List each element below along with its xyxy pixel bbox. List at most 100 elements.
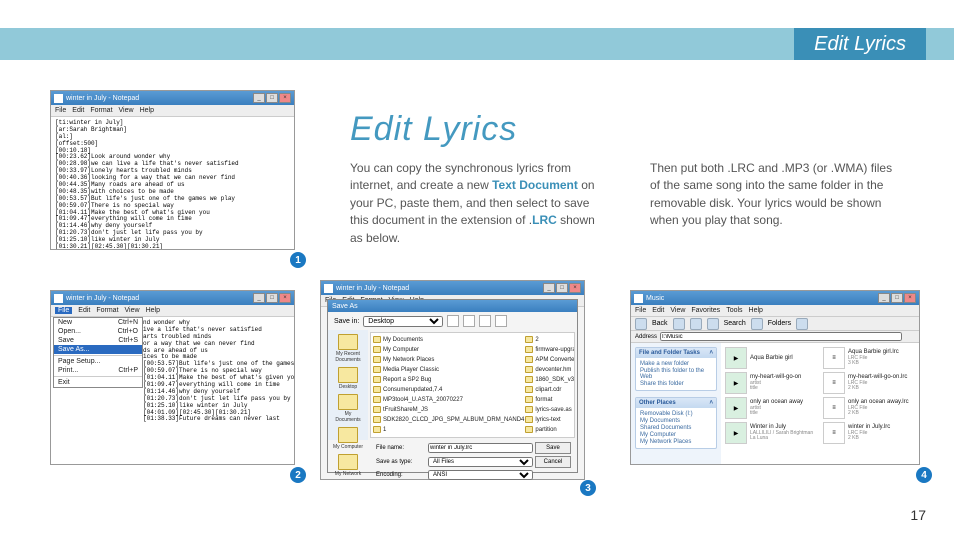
list-item[interactable]: lyrics-text xyxy=(525,415,575,424)
list-item[interactable]: firmware-upgrade-firmware xyxy=(525,345,575,354)
file-item[interactable]: ≡Aqua Barbie girl.lrcLRC File3 KB xyxy=(823,347,915,369)
menu-item-saveas[interactable]: Save As... xyxy=(54,345,142,354)
cancel-button[interactable]: Cancel xyxy=(535,456,571,468)
task-link[interactable]: Publish this folder to the Web xyxy=(640,368,712,380)
file-item[interactable]: ≡only an ocean away.lrcLRC File2 KB xyxy=(823,397,915,419)
list-item[interactable]: 1860_SDK_v3.6_SP_for xyxy=(525,375,575,384)
folders-icon[interactable] xyxy=(751,318,763,330)
menu-file[interactable]: File xyxy=(635,307,646,314)
maximize-button[interactable]: □ xyxy=(266,293,278,303)
file-item[interactable]: ▶Aqua Barbie girl xyxy=(725,347,817,369)
list-item[interactable]: 2 xyxy=(525,335,575,344)
place-item[interactable]: My Documents xyxy=(333,394,363,423)
menu-format[interactable]: Format xyxy=(90,107,112,114)
search-label[interactable]: Search xyxy=(724,320,746,327)
file-view[interactable]: ▶Aqua Barbie girl ≡Aqua Barbie girl.lrcLR… xyxy=(721,343,919,464)
menu-format[interactable]: Format xyxy=(96,307,118,314)
savein-select[interactable]: Desktop xyxy=(363,316,443,327)
file-item[interactable]: ≡my-heart-will-go-on.lrcLRC File2 KB xyxy=(823,372,915,394)
task-link[interactable]: Share this folder xyxy=(640,381,712,387)
list-item[interactable]: devcenter.hm xyxy=(525,365,575,374)
list-item[interactable]: Consumerupdated,7.4 xyxy=(373,385,524,394)
file-list[interactable]: My DocumentsMy ComputerMy Network Places… xyxy=(370,332,575,438)
collapse-icon[interactable]: ˄ xyxy=(709,350,713,356)
menu-tools[interactable]: Tools xyxy=(726,307,742,314)
views-icon[interactable] xyxy=(495,315,507,327)
menu-edit[interactable]: Edit xyxy=(78,307,90,314)
list-item[interactable]: lyrics-save.as xyxy=(525,405,575,414)
maximize-button[interactable]: □ xyxy=(266,93,278,103)
menu-item-new[interactable]: NewCtrl+N xyxy=(54,318,142,327)
close-button[interactable]: × xyxy=(569,283,581,293)
go-icon[interactable] xyxy=(905,332,915,342)
minimize-button[interactable]: _ xyxy=(543,283,555,293)
place-link[interactable]: My Computer xyxy=(640,432,712,438)
save-button[interactable]: Save xyxy=(535,442,571,454)
list-item[interactable]: 1 xyxy=(373,425,524,434)
menu-edit[interactable]: Edit xyxy=(652,307,664,314)
back-icon[interactable] xyxy=(635,318,647,330)
task-link[interactable]: Make a new folder xyxy=(640,361,712,367)
menu-file[interactable]: File xyxy=(55,307,72,314)
menu-help[interactable]: Help xyxy=(749,307,763,314)
place-link[interactable]: My Documents xyxy=(640,418,712,424)
forward-icon[interactable] xyxy=(673,318,685,330)
menu-view[interactable]: View xyxy=(119,107,134,114)
minimize-button[interactable]: _ xyxy=(253,293,265,303)
address-input[interactable] xyxy=(660,332,902,341)
place-item[interactable]: Desktop xyxy=(333,367,363,390)
list-item[interactable]: My Network Places xyxy=(373,355,524,364)
menu-item-exit[interactable]: Exit xyxy=(54,378,142,387)
back-icon[interactable] xyxy=(447,315,459,327)
menu-view[interactable]: View xyxy=(670,307,685,314)
close-button[interactable]: × xyxy=(904,293,916,303)
place-item[interactable]: My Recent Documents xyxy=(333,334,363,363)
list-item[interactable]: clipart.cdr xyxy=(525,385,575,394)
maximize-button[interactable]: □ xyxy=(556,283,568,293)
menu-help[interactable]: Help xyxy=(140,107,154,114)
file-item[interactable]: ≡winter in July.lrcLRC File2 KB xyxy=(823,422,915,444)
list-item[interactable]: tFruitShareM_JS xyxy=(373,405,524,414)
list-item[interactable]: format xyxy=(525,395,575,404)
place-link[interactable]: Removable Disk (I:) xyxy=(640,411,712,417)
menu-edit[interactable]: Edit xyxy=(72,107,84,114)
up-icon[interactable] xyxy=(690,318,702,330)
maximize-button[interactable]: □ xyxy=(891,293,903,303)
list-item[interactable]: My Computer xyxy=(373,345,524,354)
list-item[interactable]: SDK2820_CLCD_JPG_SPM_ALBUM_DRM_NAND4 xyxy=(373,415,524,424)
place-item[interactable]: My Computer xyxy=(333,427,363,450)
type-select[interactable]: All Files xyxy=(428,457,533,467)
back-label[interactable]: Back xyxy=(652,320,668,327)
menu-help[interactable]: Help xyxy=(146,307,160,314)
list-item[interactable]: partition xyxy=(525,425,575,434)
list-item[interactable]: MP3tool4_U.ASTA_20070227 xyxy=(373,395,524,404)
newfolder-icon[interactable] xyxy=(479,315,491,327)
menu-file[interactable]: File xyxy=(55,107,66,114)
minimize-button[interactable]: _ xyxy=(253,93,265,103)
list-item[interactable]: Media Player Classic xyxy=(373,365,524,374)
menu-item-save[interactable]: SaveCtrl+S xyxy=(54,336,142,345)
menu-item-pagesetup[interactable]: Page Setup... xyxy=(54,357,142,366)
file-item[interactable]: ▶Winter in JulyLALLILILI / Sarah Brightm… xyxy=(725,422,817,444)
notepad-textarea[interactable]: [ti:winter in July] [ar:Sarah Brightman]… xyxy=(51,117,294,249)
close-button[interactable]: × xyxy=(279,293,291,303)
close-button[interactable]: × xyxy=(279,93,291,103)
search-icon[interactable] xyxy=(707,318,719,330)
views-icon[interactable] xyxy=(796,318,808,330)
minimize-button[interactable]: _ xyxy=(878,293,890,303)
menu-item-print[interactable]: Print...Ctrl+P xyxy=(54,366,142,375)
filename-input[interactable] xyxy=(428,443,533,453)
menu-favorites[interactable]: Favorites xyxy=(691,307,720,314)
list-item[interactable]: Report a SP2 Bug xyxy=(373,375,524,384)
file-item[interactable]: ▶my-heart-will-go-onartisttitle xyxy=(725,372,817,394)
place-link[interactable]: My Network Places xyxy=(640,439,712,445)
file-item[interactable]: ▶only an ocean awayartisttitle xyxy=(725,397,817,419)
collapse-icon[interactable]: ˄ xyxy=(709,400,713,406)
place-item[interactable]: My Network xyxy=(333,454,363,477)
list-item[interactable]: My Documents xyxy=(373,335,524,344)
place-link[interactable]: Shared Documents xyxy=(640,425,712,431)
menu-item-open[interactable]: Open...Ctrl+O xyxy=(54,327,142,336)
folders-label[interactable]: Folders xyxy=(768,320,791,327)
menu-view[interactable]: View xyxy=(125,307,140,314)
list-item[interactable]: APM Converter xyxy=(525,355,575,364)
